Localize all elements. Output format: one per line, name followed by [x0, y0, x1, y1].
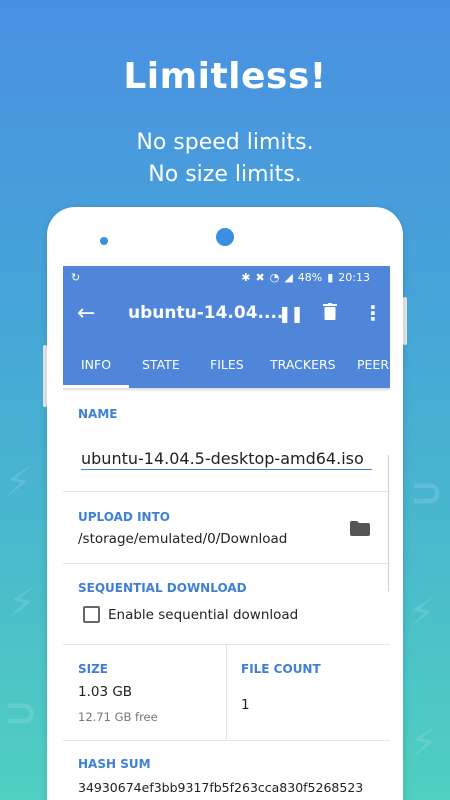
file-count-label: FILE COUNT — [241, 662, 321, 676]
sequential-download-checkbox-label[interactable]: Enable sequential download — [108, 607, 298, 623]
torrent-title: ubuntu-14.04.... — [128, 303, 284, 323]
active-tab-indicator — [63, 385, 129, 388]
divider — [63, 740, 390, 741]
background-lightning-decoration: ⚡ — [4, 460, 33, 506]
phone-sensor — [100, 237, 108, 245]
size-value: 1.03 GB — [78, 684, 133, 700]
bluetooth-icon: ✱ — [241, 270, 251, 284]
upload-into-label: UPLOAD INTO — [78, 510, 170, 524]
status-time: 20:13 — [338, 270, 370, 284]
appbar-shadow — [63, 388, 390, 392]
tab-peers[interactable]: PEERS — [357, 357, 390, 372]
app-bar: ← ubuntu-14.04.... ❚❚ ⋮ — [63, 288, 390, 338]
hash-sum-label: HASH SUM — [78, 757, 151, 771]
battery-icon: ▮ — [327, 270, 334, 284]
background-magnet-decoration: ⊃ — [410, 470, 444, 516]
background-lightning-decoration: ⚡ — [408, 590, 437, 636]
battery-percent: 48% — [297, 270, 323, 284]
name-label: NAME — [78, 407, 118, 421]
back-arrow-icon[interactable]: ← — [77, 301, 95, 326]
sequential-download-label: SEQUENTIAL DOWNLOAD — [78, 581, 247, 595]
background-lightning-decoration: ⚡ — [410, 720, 439, 766]
more-vert-icon[interactable]: ⋮ — [363, 301, 383, 325]
background-lightning-decoration: ⚡ — [8, 580, 37, 626]
mute-icon: ✖ — [255, 270, 265, 284]
tab-info[interactable]: INFO — [81, 357, 111, 372]
phone-power-button — [403, 297, 407, 345]
tab-files[interactable]: FILES — [210, 357, 244, 372]
trash-icon[interactable] — [323, 303, 337, 320]
app-screen: ↻ ✱ ✖ ◔ ◢ 48% ▮ 20:13 ← ubuntu-14.04....… — [63, 266, 390, 800]
scroll-indicator — [385, 455, 389, 591]
promo-subline-size: No size limits. — [148, 162, 302, 187]
divider — [63, 563, 390, 564]
tab-bar: INFO STATE FILES TRACKERS PEERS — [63, 338, 390, 388]
wifi-icon: ◔ — [269, 270, 280, 284]
name-field-underline — [81, 469, 372, 470]
file-count-value: 1 — [241, 697, 250, 713]
status-bar: ↻ ✱ ✖ ◔ ◢ 48% ▮ 20:13 — [63, 266, 390, 288]
hash-sum-value: 34930674ef3bb9317fb5f263cca830f5268523 — [78, 780, 364, 795]
pause-icon[interactable]: ❚❚ — [278, 304, 304, 323]
column-divider — [226, 644, 227, 740]
upload-path: /storage/emulated/0/Download — [78, 531, 288, 547]
free-space: 12.71 GB free — [78, 710, 158, 724]
folder-icon[interactable] — [350, 521, 370, 536]
promo-headline: Limitless! — [123, 56, 327, 97]
background-magnet-decoration: ⊃ — [4, 690, 38, 736]
tab-trackers[interactable]: TRACKERS — [270, 357, 336, 372]
signal-icon: ◢ — [284, 270, 293, 284]
sequential-download-checkbox[interactable] — [83, 606, 100, 623]
phone-camera — [216, 228, 234, 246]
promo-subline-speed: No speed limits. — [136, 130, 314, 155]
divider — [63, 491, 390, 492]
name-field[interactable]: ubuntu-14.04.5-desktop-amd64.iso — [81, 449, 364, 468]
size-label: SIZE — [78, 662, 109, 676]
tab-state[interactable]: STATE — [142, 357, 180, 372]
app-notification-icon: ↻ — [71, 270, 81, 284]
